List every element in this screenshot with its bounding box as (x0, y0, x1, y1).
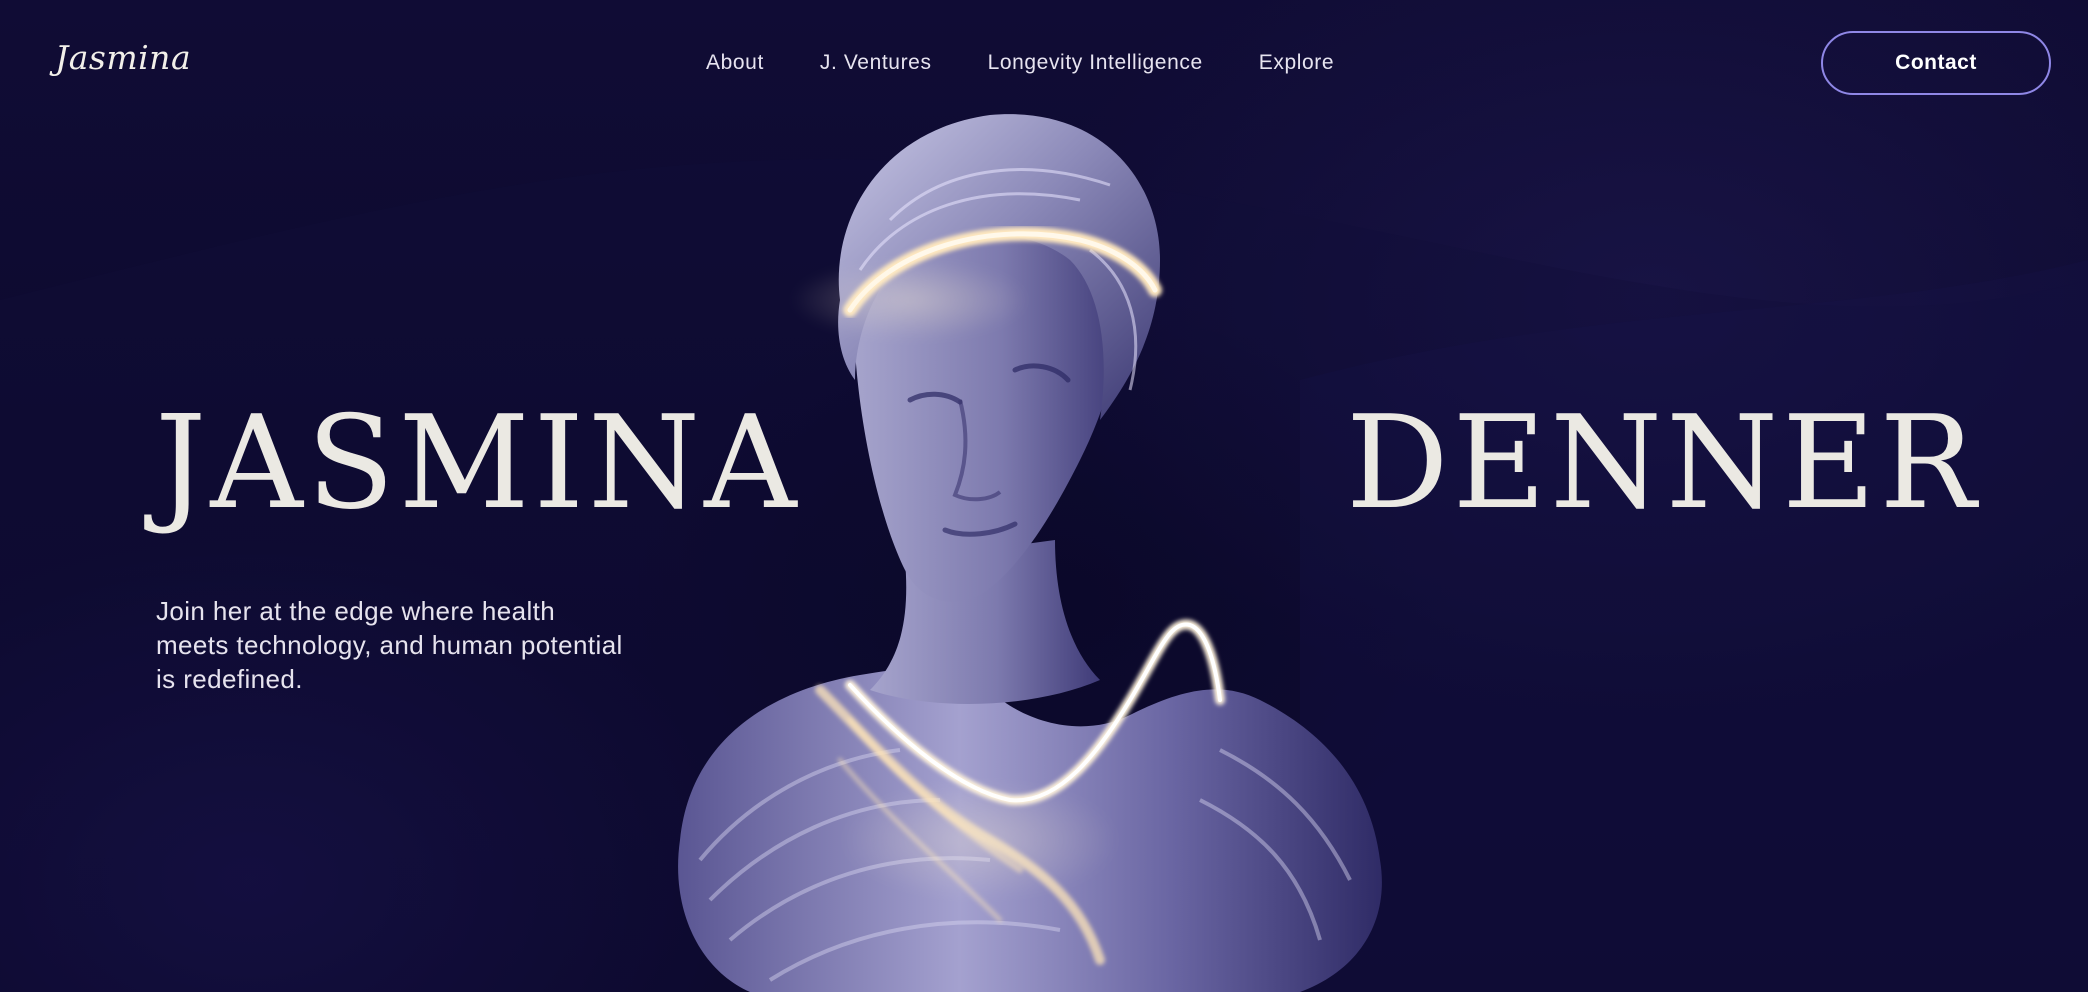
statue-bust-image (678, 114, 1382, 992)
main-nav: About J. Ventures Longevity Intelligence… (706, 51, 1334, 75)
hero-first-name: JASMINA (155, 389, 801, 538)
hero-tagline: Join her at the edge where health meets … (156, 596, 623, 694)
nav-about[interactable]: About (706, 51, 764, 75)
logo[interactable]: Jasmina (55, 38, 191, 77)
nav-longevity-intelligence[interactable]: Longevity Intelligence (988, 51, 1203, 75)
nav-explore[interactable]: Explore (1259, 51, 1334, 75)
contact-button[interactable]: Contact (1821, 31, 2051, 95)
hero-last-name: DENNER (1346, 389, 1980, 538)
nav-j-ventures[interactable]: J. Ventures (820, 51, 932, 75)
